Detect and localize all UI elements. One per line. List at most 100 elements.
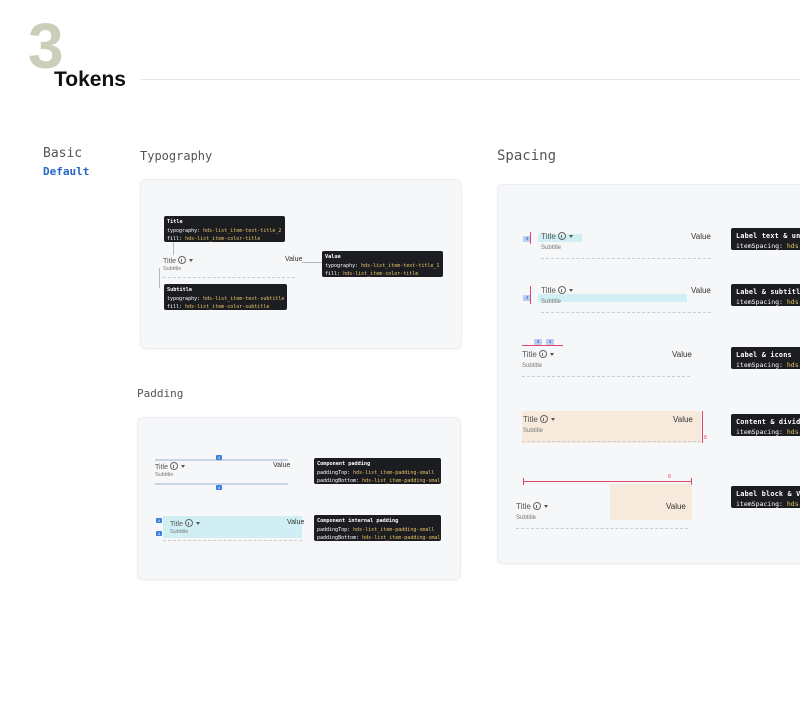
- tip-line: itemSpacing: hds-l: [736, 500, 800, 508]
- spacing-heading: Spacing: [497, 148, 557, 164]
- tip-line: fill: hds-list_item-color-subtitle: [167, 304, 270, 310]
- tip-heading: Content & divider: [736, 418, 800, 426]
- tip-line: itemSpacing: hds-l: [736, 242, 800, 250]
- tip-line: fill: hds-list_item-color-title: [325, 271, 419, 277]
- typography-heading: Typography: [140, 149, 213, 163]
- list-item-divider: [522, 376, 690, 377]
- padding-badge: 4: [156, 518, 162, 523]
- spacing-value: 8: [704, 435, 707, 441]
- tip-line: typography: hds-list_item-text-title_2: [167, 227, 282, 234]
- chevron-down-icon: [543, 505, 548, 508]
- tip-heading: Label block & Valu: [736, 490, 800, 498]
- list-item-subtitle: Subtitle: [523, 428, 544, 434]
- list-item-subtitle: Subtitle: [170, 529, 189, 535]
- info-icon: [557, 286, 566, 294]
- list-item-subtitle: Subtitle: [541, 299, 562, 305]
- padding-badge: 4: [156, 531, 162, 536]
- info-icon: [538, 350, 547, 358]
- list-item-divider: [516, 528, 688, 529]
- list-item-title: Title: [163, 256, 193, 265]
- padding-internal-token: Component internal padding paddingTop: h…: [314, 515, 441, 541]
- chevron-down-icon: [188, 259, 193, 262]
- list-item-value: Value: [673, 415, 693, 424]
- list-item-subtitle: Subtitle: [163, 266, 182, 272]
- list-item-divider: [163, 277, 295, 278]
- spacing-measure-line: [702, 411, 703, 443]
- spacing-label-block-token: Label block & Valu itemSpacing: hds-l: [731, 486, 800, 508]
- tip-line: typography: hds-list_item-text-title_1: [325, 262, 440, 269]
- list-item-title: Title: [541, 286, 573, 295]
- list-item-value: Value: [273, 462, 291, 469]
- list-item-value: Value: [691, 286, 711, 295]
- info-icon: [169, 462, 178, 470]
- spacing-badge: 4: [534, 339, 542, 345]
- tip-line: paddingTop: hds-list_item-padding-small: [317, 526, 435, 533]
- info-icon: [177, 256, 186, 264]
- tip-line: paddingTop: hds-list_item-padding-small: [317, 469, 435, 476]
- variant-sublabel[interactable]: Default: [43, 165, 89, 178]
- list-item-title: Title: [541, 232, 573, 241]
- typography-value-token: Value typography: hds-list_item-text-tit…: [322, 251, 443, 277]
- chevron-down-icon: [550, 418, 555, 421]
- list-item-value: Value: [666, 502, 686, 511]
- info-icon: [532, 502, 541, 510]
- list-item-divider: [163, 540, 302, 541]
- tip-line: fill: hds-list_item-color-title: [167, 236, 261, 242]
- header-divider: [141, 79, 800, 80]
- spacing-measure-line: [530, 232, 531, 244]
- list-item-subtitle: Subtitle: [522, 363, 543, 369]
- spacing-label-subtitle-token: Label & subtitle itemSpacing: hds-l: [731, 284, 800, 306]
- info-icon: [557, 232, 566, 240]
- connector-line: [302, 262, 322, 263]
- chevron-down-icon: [180, 465, 185, 468]
- typography-title-token: Title typography: hds-list_item-text-tit…: [164, 216, 285, 242]
- variant-label: Basic: [43, 146, 83, 161]
- tip-heading: Value: [325, 254, 341, 260]
- chevron-down-icon: [195, 522, 200, 525]
- padding-panel: [137, 417, 461, 580]
- spacing-measure-line: [523, 481, 692, 482]
- section-title: Tokens: [54, 68, 126, 91]
- chevron-down-icon: [549, 353, 554, 356]
- list-item-title: Title: [523, 415, 555, 424]
- spacing-label-icons-token: Label & icons itemSpacing: hds-l: [731, 347, 800, 369]
- spacing-value: 8: [668, 474, 671, 480]
- tip-heading: Component padding: [317, 461, 371, 467]
- list-item-subtitle: Subtitle: [516, 515, 537, 521]
- spacing-measure-line: [530, 286, 531, 304]
- typography-subtitle-token: Subtitle typography: hds-list_item-text-…: [164, 284, 287, 310]
- chevron-down-icon: [568, 235, 573, 238]
- info-icon: [184, 519, 193, 527]
- spacing-measure-tick: [523, 478, 524, 485]
- padding-heading: Padding: [137, 387, 184, 400]
- connector-line: [173, 242, 174, 255]
- tip-line: paddingBottom: hds-list_item-padding-sma…: [317, 478, 441, 484]
- tip-line: itemSpacing: hds-l: [736, 361, 800, 369]
- tip-heading: Label text & under: [736, 232, 800, 240]
- spacing-badge: 4: [546, 339, 554, 345]
- list-item-title: Title: [516, 502, 548, 511]
- connector-line: [159, 268, 160, 288]
- spacing-measure-line: [522, 345, 563, 346]
- padding-badge: 4: [216, 485, 222, 490]
- list-item-value: Value: [287, 519, 305, 526]
- tip-heading: Title: [167, 219, 183, 225]
- list-item-divider: [541, 258, 711, 259]
- list-item-title: Title: [170, 519, 200, 528]
- tip-line: typography: hds-list_item-text-subtitle: [167, 295, 285, 302]
- list-item-divider: [522, 441, 701, 442]
- tip-line: paddingBottom: hds-list_item-padding-sma…: [317, 535, 441, 541]
- chevron-down-icon: [568, 289, 573, 292]
- info-icon: [539, 415, 548, 423]
- padding-badge: 4: [216, 455, 222, 460]
- tip-line: itemSpacing: hds-l: [736, 428, 800, 436]
- list-item-divider: [541, 312, 711, 313]
- tip-heading: Label & subtitle: [736, 288, 800, 296]
- tip-heading: Subtitle: [167, 287, 192, 293]
- list-item-title: Title: [522, 350, 554, 359]
- spacing-label-text-token: Label text & under itemSpacing: hds-l: [731, 228, 800, 250]
- list-item-title: Title: [155, 462, 185, 471]
- tip-line: itemSpacing: hds-l: [736, 298, 800, 306]
- list-item-value: Value: [285, 256, 303, 263]
- padding-component-token: Component padding paddingTop: hds-list_i…: [314, 458, 441, 484]
